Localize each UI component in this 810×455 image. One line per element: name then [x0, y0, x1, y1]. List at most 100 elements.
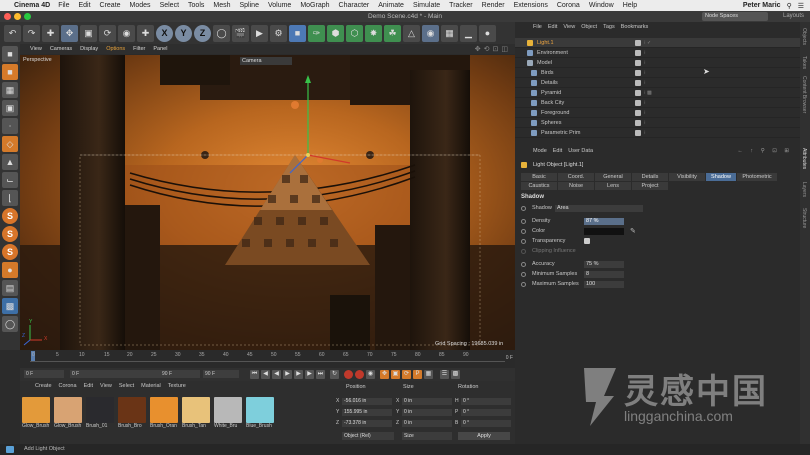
menu-render[interactable]: Render [482, 2, 505, 9]
tab-photometric[interactable]: Photometric [737, 173, 777, 181]
tab-lens[interactable]: Lens [595, 182, 631, 190]
prev-key-icon[interactable]: ◀ [261, 370, 270, 379]
goto-end-icon[interactable]: ⏭ [316, 370, 325, 379]
menu-tracker[interactable]: Tracker [449, 2, 472, 9]
attr-menu-mode[interactable]: Mode [533, 148, 547, 155]
user-name[interactable]: Peter Maric [743, 2, 781, 9]
preview-end-field[interactable]: 90 F [203, 370, 239, 378]
viewport-menu-view[interactable]: View [30, 46, 42, 52]
object-row-environment[interactable]: Environment ⁝ [515, 48, 800, 58]
play-icon[interactable]: ▶ [283, 370, 292, 379]
field-icon[interactable]: △ [403, 24, 420, 42]
keyframe-dot-icon[interactable] [521, 282, 526, 287]
rot-key-icon[interactable]: ⟳ [402, 370, 411, 379]
tab-objects[interactable]: Objects [801, 28, 807, 45]
size-x-field[interactable]: 0 in [402, 398, 452, 405]
tab-attributes[interactable]: Attributes [801, 148, 807, 169]
layers-icon[interactable]: ▤ [2, 280, 18, 296]
visibility-check-icon[interactable] [635, 70, 641, 76]
render-dots-icon[interactable]: ⁝ [644, 98, 646, 108]
cube-icon[interactable]: ■ [289, 24, 306, 42]
menu-mesh[interactable]: Mesh [213, 2, 230, 9]
color-swatch[interactable] [584, 228, 624, 235]
rot-p-field[interactable]: 0 ° [461, 409, 511, 416]
points-mode-icon[interactable]: ⋅ [2, 118, 18, 134]
scale-key-icon[interactable]: ▣ [391, 370, 400, 379]
timeline-window-icon[interactable]: ▩ [451, 370, 460, 379]
keyframe-dot-icon[interactable] [521, 219, 526, 224]
mat-menu-edit[interactable]: Edit [84, 383, 93, 391]
material-item[interactable]: Brush_Tan [182, 397, 210, 429]
obj-menu-file[interactable]: File [533, 24, 542, 32]
sky-icon[interactable]: ▁ [460, 24, 477, 42]
cloner-icon[interactable]: ☘ [384, 24, 401, 42]
attr-nav-icons[interactable]: ← ↑ ⚲ ⊡ ⊞ [737, 148, 800, 155]
zoom-window-icon[interactable] [24, 13, 31, 20]
viewport-menu-panel[interactable]: Panel [153, 46, 167, 52]
object-row-model[interactable]: Model ⁝ [515, 58, 800, 68]
redo-icon[interactable]: ↷ [23, 24, 40, 42]
object-row-pyramid[interactable]: Pyramid ⁝ ▩ [515, 88, 800, 98]
tab-coord[interactable]: Coord. [558, 173, 594, 181]
autokey-icon[interactable] [355, 370, 364, 379]
material-item[interactable]: Brush_Oran [150, 397, 178, 429]
interpolation-icon[interactable]: ☰ [440, 370, 449, 379]
rot-b-field[interactable]: 0 ° [461, 420, 511, 427]
object-row-parametric-prim[interactable]: Parametric Prim ⁝ [515, 128, 800, 138]
render-dots-icon[interactable]: ⁝ [644, 78, 646, 88]
tab-caustics[interactable]: Caustics [521, 182, 557, 190]
keyframe-dot-icon[interactable] [521, 229, 526, 234]
tab-visibility[interactable]: Visibility [669, 173, 705, 181]
tab-takes[interactable]: Takes [801, 56, 807, 69]
material-item[interactable]: Brush_01 [86, 397, 114, 429]
keyframe-dot-icon[interactable] [521, 262, 526, 267]
visibility-check-icon[interactable] [635, 120, 641, 126]
visibility-check-icon[interactable] [635, 50, 641, 56]
menu-select[interactable]: Select [160, 2, 179, 9]
minimize-window-icon[interactable] [14, 13, 21, 20]
tab-layers[interactable]: Layers [801, 182, 807, 197]
menu-window[interactable]: Window [589, 2, 614, 9]
tab-project[interactable]: Project [632, 182, 668, 190]
menu-character[interactable]: Character [339, 2, 370, 9]
mat-menu-texture[interactable]: Texture [168, 383, 186, 391]
coordinate-mode-select[interactable]: Object (Rel) [342, 432, 394, 440]
viewport-menu-cameras[interactable]: Cameras [50, 46, 72, 52]
end-frame-field[interactable]: 90 F [160, 370, 196, 378]
visibility-check-icon[interactable] [635, 60, 641, 66]
visibility-check-icon[interactable] [635, 100, 641, 106]
recent-tools-icon[interactable]: ◉ [118, 24, 135, 42]
texture-mode-icon[interactable]: ▦ [2, 82, 18, 98]
visibility-check-icon[interactable] [635, 90, 641, 96]
visibility-check-icon[interactable] [635, 80, 641, 86]
tab-details[interactable]: Details [632, 173, 668, 181]
pla-key-icon[interactable]: ▦ [424, 370, 433, 379]
workplane-icon[interactable]: ▣ [2, 100, 18, 116]
mat-menu-select[interactable]: Select [119, 383, 134, 391]
tab-shadow[interactable]: Shadow [706, 173, 736, 181]
polygons-mode-icon[interactable]: ▲ [2, 154, 18, 170]
sculpt-icon-1[interactable]: S [2, 208, 18, 224]
menu-create[interactable]: Create [100, 2, 121, 9]
model-mode-icon[interactable]: ■ [2, 64, 18, 80]
make-editable-icon[interactable]: ■ [2, 46, 18, 62]
timeline[interactable]: 0 5 10 15 20 25 30 35 40 45 50 55 60 65 … [20, 350, 515, 368]
spline-pen-icon[interactable]: ✑ [308, 24, 325, 42]
camera-icon[interactable]: ◉ [422, 24, 439, 42]
axis-x-toggle[interactable]: X [156, 24, 173, 42]
material-item[interactable]: Glow_Brush [54, 397, 82, 429]
min-samples-field[interactable]: 8 [584, 271, 624, 278]
obj-menu-bookmarks[interactable]: Bookmarks [621, 24, 649, 32]
app-name[interactable]: Cinema 4D [14, 2, 50, 9]
coordinate-system-icon[interactable]: ◯ [213, 24, 230, 42]
menu-animate[interactable]: Animate [378, 2, 404, 9]
render-dots-icon[interactable]: ⁝ [644, 128, 646, 138]
accuracy-field[interactable]: 75 % [584, 261, 624, 268]
undo-icon[interactable]: ↶ [4, 24, 21, 42]
apply-button[interactable]: Apply [458, 432, 510, 440]
close-window-icon[interactable] [4, 13, 11, 20]
menu-extensions[interactable]: Extensions [514, 2, 548, 9]
move-icon[interactable]: ✥ [61, 24, 78, 42]
layout-select[interactable]: Node Spaces [702, 12, 768, 21]
render-view-icon[interactable]: 🎬 [232, 24, 249, 42]
